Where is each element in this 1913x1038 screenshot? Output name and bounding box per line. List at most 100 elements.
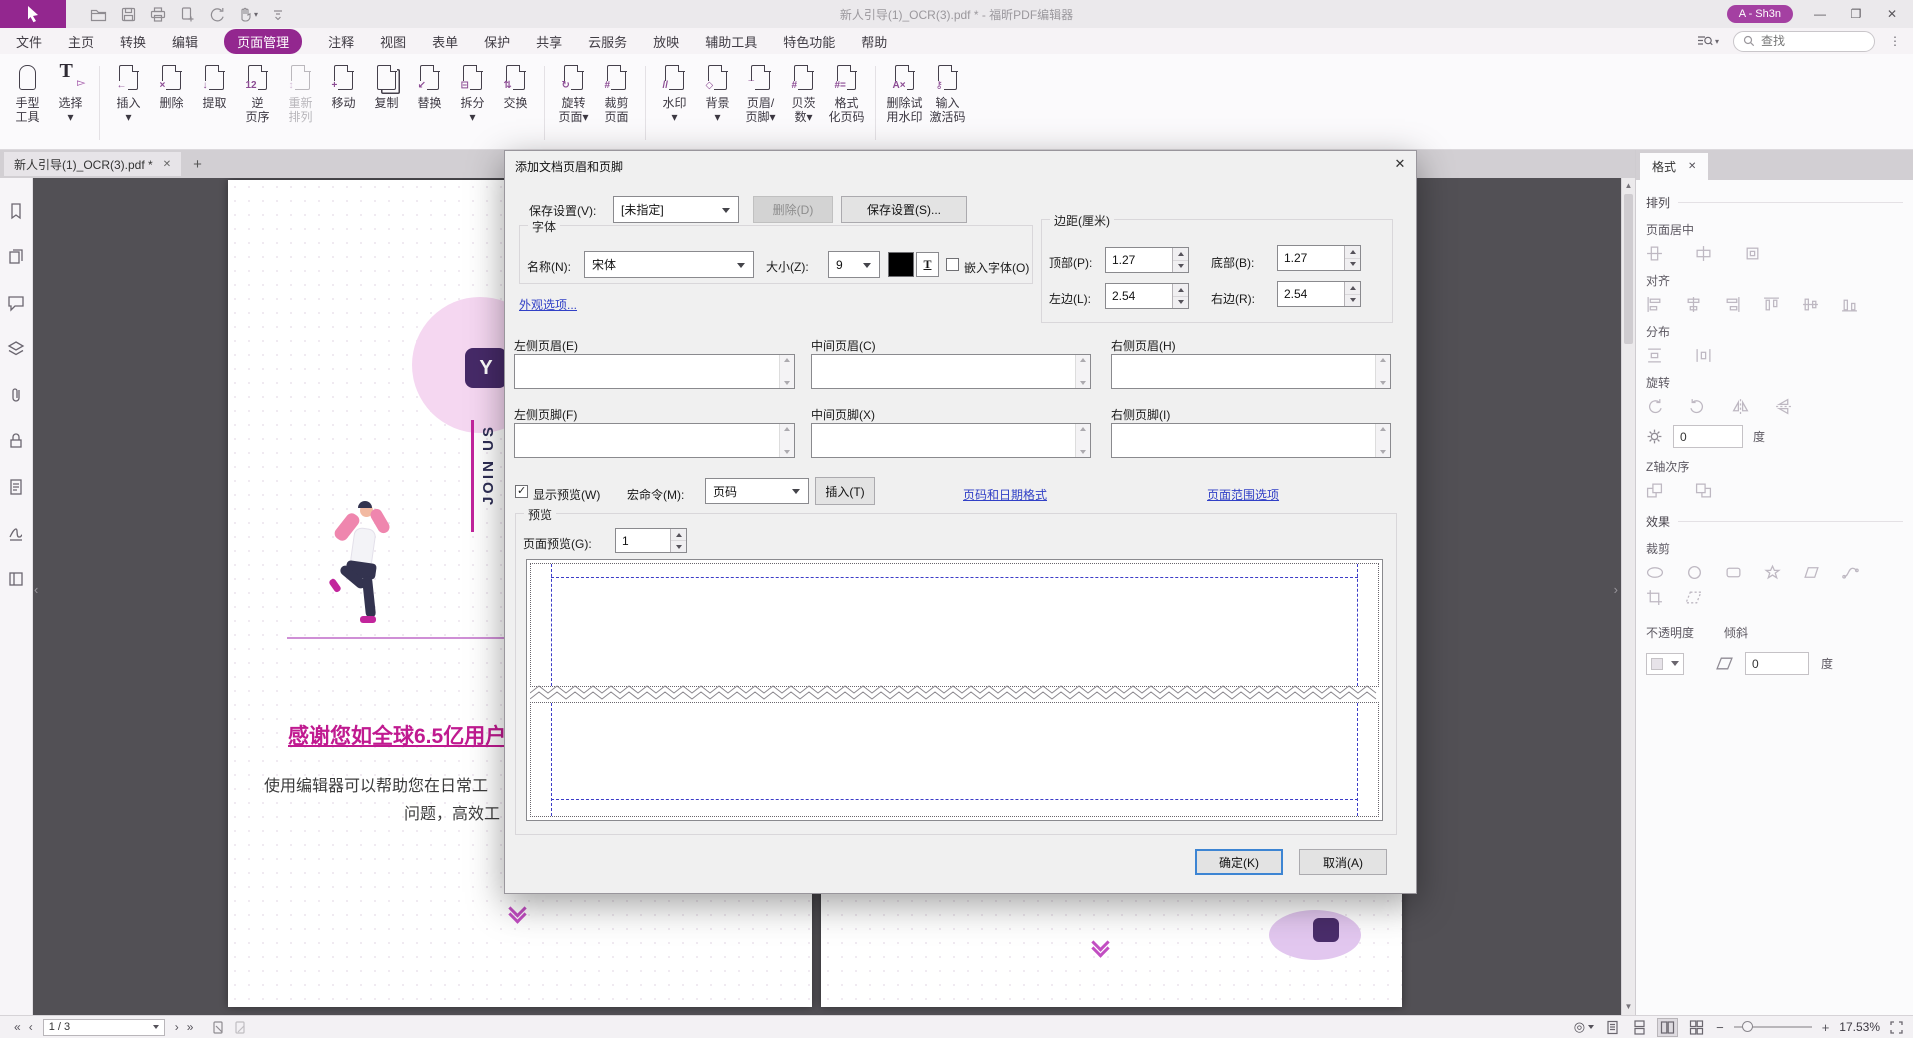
menu-item[interactable]: 编辑: [172, 32, 198, 51]
document-tab[interactable]: 新人引导(1)_OCR(3).pdf * ✕: [4, 152, 181, 176]
signature-icon[interactable]: [7, 524, 25, 542]
crop-corners-icon[interactable]: [1646, 589, 1663, 606]
hand-tool[interactable]: 手型 工具: [6, 64, 49, 124]
save-setting-select[interactable]: [未指定]: [613, 196, 739, 223]
crop-ellipse-icon[interactable]: [1646, 564, 1664, 581]
underline-toggle-button[interactable]: T: [916, 252, 939, 277]
collapse-left-panel-arrow[interactable]: ‹: [34, 582, 38, 597]
zoom-out-button[interactable]: −: [1716, 1020, 1724, 1035]
security-icon[interactable]: [7, 432, 25, 450]
embed-font-checkbox[interactable]: [946, 258, 959, 271]
crop-polygon-icon[interactable]: [1803, 564, 1820, 581]
menu-item[interactable]: 云服务: [588, 32, 627, 51]
previous-view-icon[interactable]: [211, 1020, 225, 1035]
reverse-page-order[interactable]: 12 逆 页序: [236, 64, 279, 124]
rotate-right-icon[interactable]: [1689, 398, 1706, 415]
flip-horizontal-icon[interactable]: [1732, 398, 1749, 415]
content-panel-icon[interactable]: [7, 570, 25, 588]
search-box[interactable]: [1733, 31, 1875, 52]
font-color-swatch[interactable]: [888, 252, 914, 277]
continuous-view-icon[interactable]: [1631, 1019, 1648, 1036]
zoom-percentage[interactable]: 17.53%: [1839, 1020, 1880, 1034]
footer-center-textarea[interactable]: [811, 423, 1091, 458]
tab-close-icon[interactable]: ✕: [163, 159, 171, 170]
crop-rectangle-icon[interactable]: [1725, 564, 1742, 581]
center-both-icon[interactable]: [1744, 245, 1761, 262]
footer-left-textarea[interactable]: [514, 423, 795, 458]
align-horizontal-center-icon[interactable]: [1685, 296, 1702, 313]
replace-pages[interactable]: ↙ 替换: [408, 64, 451, 110]
opacity-dropdown[interactable]: [1646, 653, 1684, 675]
cancel-button[interactable]: 取消(A): [1299, 849, 1387, 875]
fit-screen-icon[interactable]: [1890, 1021, 1903, 1034]
menu-item[interactable]: 注释: [328, 32, 354, 51]
select-tool[interactable]: T ▻ 选择 ▾: [49, 64, 92, 124]
zoom-in-button[interactable]: +: [1822, 1020, 1830, 1035]
crop-skew-icon[interactable]: [1685, 589, 1702, 606]
align-vertical-center-icon[interactable]: [1802, 296, 1819, 313]
menu-item[interactable]: 转换: [120, 32, 146, 51]
remove-trial-watermark[interactable]: A× 删除试 用水印: [883, 64, 926, 124]
extract-pages[interactable]: ↓ 提取: [193, 64, 236, 110]
page-preview-spinner[interactable]: [670, 529, 686, 552]
layers-icon[interactable]: [7, 340, 25, 358]
single-page-view-icon[interactable]: [1604, 1019, 1621, 1036]
distribute-vertically-icon[interactable]: [1646, 347, 1663, 364]
previous-page-button[interactable]: ‹: [25, 1020, 37, 1034]
menu-item[interactable]: 帮助: [861, 32, 887, 51]
margin-top-spinner[interactable]: [1172, 248, 1188, 272]
flip-vertical-icon[interactable]: [1775, 398, 1792, 415]
rotate-angle-input[interactable]: [1673, 425, 1743, 448]
ok-button[interactable]: 确定(K): [1195, 849, 1283, 875]
margin-top-input[interactable]: [1105, 247, 1189, 273]
redo-icon[interactable]: [209, 7, 224, 22]
rearrange-pages[interactable]: ↕ 重新 排列: [279, 64, 322, 124]
margin-left-spinner[interactable]: [1172, 284, 1188, 308]
distribute-horizontally-icon[interactable]: [1695, 347, 1712, 364]
close-button[interactable]: ✕: [1883, 7, 1901, 21]
delete-pages[interactable]: × 删除: [150, 64, 193, 110]
bookmarks-icon[interactable]: [7, 202, 25, 220]
margin-right-input[interactable]: [1277, 281, 1361, 307]
scroll-up-arrow[interactable]: ▲: [1622, 179, 1635, 193]
minimize-button[interactable]: —: [1811, 7, 1829, 21]
activation-code[interactable]: ⚷ 输入 激活码: [926, 64, 969, 124]
page-number-date-format-link[interactable]: 页码和日期格式: [963, 486, 1047, 503]
facing-view-icon[interactable]: [1658, 1019, 1677, 1036]
menu-item[interactable]: 表单: [432, 32, 458, 51]
background[interactable]: ◇ 背景 ▾: [696, 64, 739, 124]
next-view-icon[interactable]: [233, 1020, 247, 1035]
menu-item[interactable]: 放映: [653, 32, 679, 51]
header-right-textarea[interactable]: [1111, 354, 1391, 389]
macro-select[interactable]: 页码: [705, 478, 809, 504]
account-badge[interactable]: A - Sh3n: [1727, 5, 1793, 23]
align-right-icon[interactable]: [1724, 296, 1741, 313]
align-top-icon[interactable]: [1763, 296, 1780, 313]
margin-left-input[interactable]: [1105, 283, 1189, 309]
font-name-select[interactable]: 宋体: [584, 251, 754, 278]
center-vertically-icon[interactable]: [1646, 245, 1663, 262]
scrollbar-thumb[interactable]: [1624, 194, 1633, 344]
crop-pages[interactable]: # 裁剪 页面: [595, 64, 638, 124]
align-left-icon[interactable]: [1646, 296, 1663, 313]
restore-button[interactable]: ❐: [1847, 7, 1865, 21]
tab-add-icon[interactable]: +: [185, 156, 210, 173]
attachments-icon[interactable]: [7, 386, 25, 404]
copy-pages[interactable]: 复制: [365, 64, 408, 110]
menu-item[interactable]: 文件: [16, 32, 42, 51]
watermark[interactable]: // 水印 ▾: [653, 64, 696, 124]
header-center-textarea[interactable]: [811, 354, 1091, 389]
save-settings-button[interactable]: 保存设置(S)...: [841, 196, 967, 223]
margin-bottom-spinner[interactable]: [1344, 246, 1360, 270]
advanced-search-icon[interactable]: ▾: [1697, 34, 1719, 48]
appearance-options-link[interactable]: 外观选项...: [519, 296, 577, 313]
print-icon[interactable]: [150, 7, 166, 22]
next-page-button[interactable]: ›: [171, 1020, 183, 1034]
font-size-select[interactable]: 9: [828, 251, 880, 278]
page-thumbnails-icon[interactable]: [7, 248, 25, 266]
more-options-icon[interactable]: ⋮: [1889, 34, 1901, 48]
page-number-box[interactable]: 1 / 3: [43, 1019, 165, 1036]
destinations-icon[interactable]: [7, 478, 25, 496]
hand-tool-quick-icon[interactable]: ▾: [238, 7, 258, 22]
last-page-button[interactable]: »: [183, 1020, 198, 1034]
